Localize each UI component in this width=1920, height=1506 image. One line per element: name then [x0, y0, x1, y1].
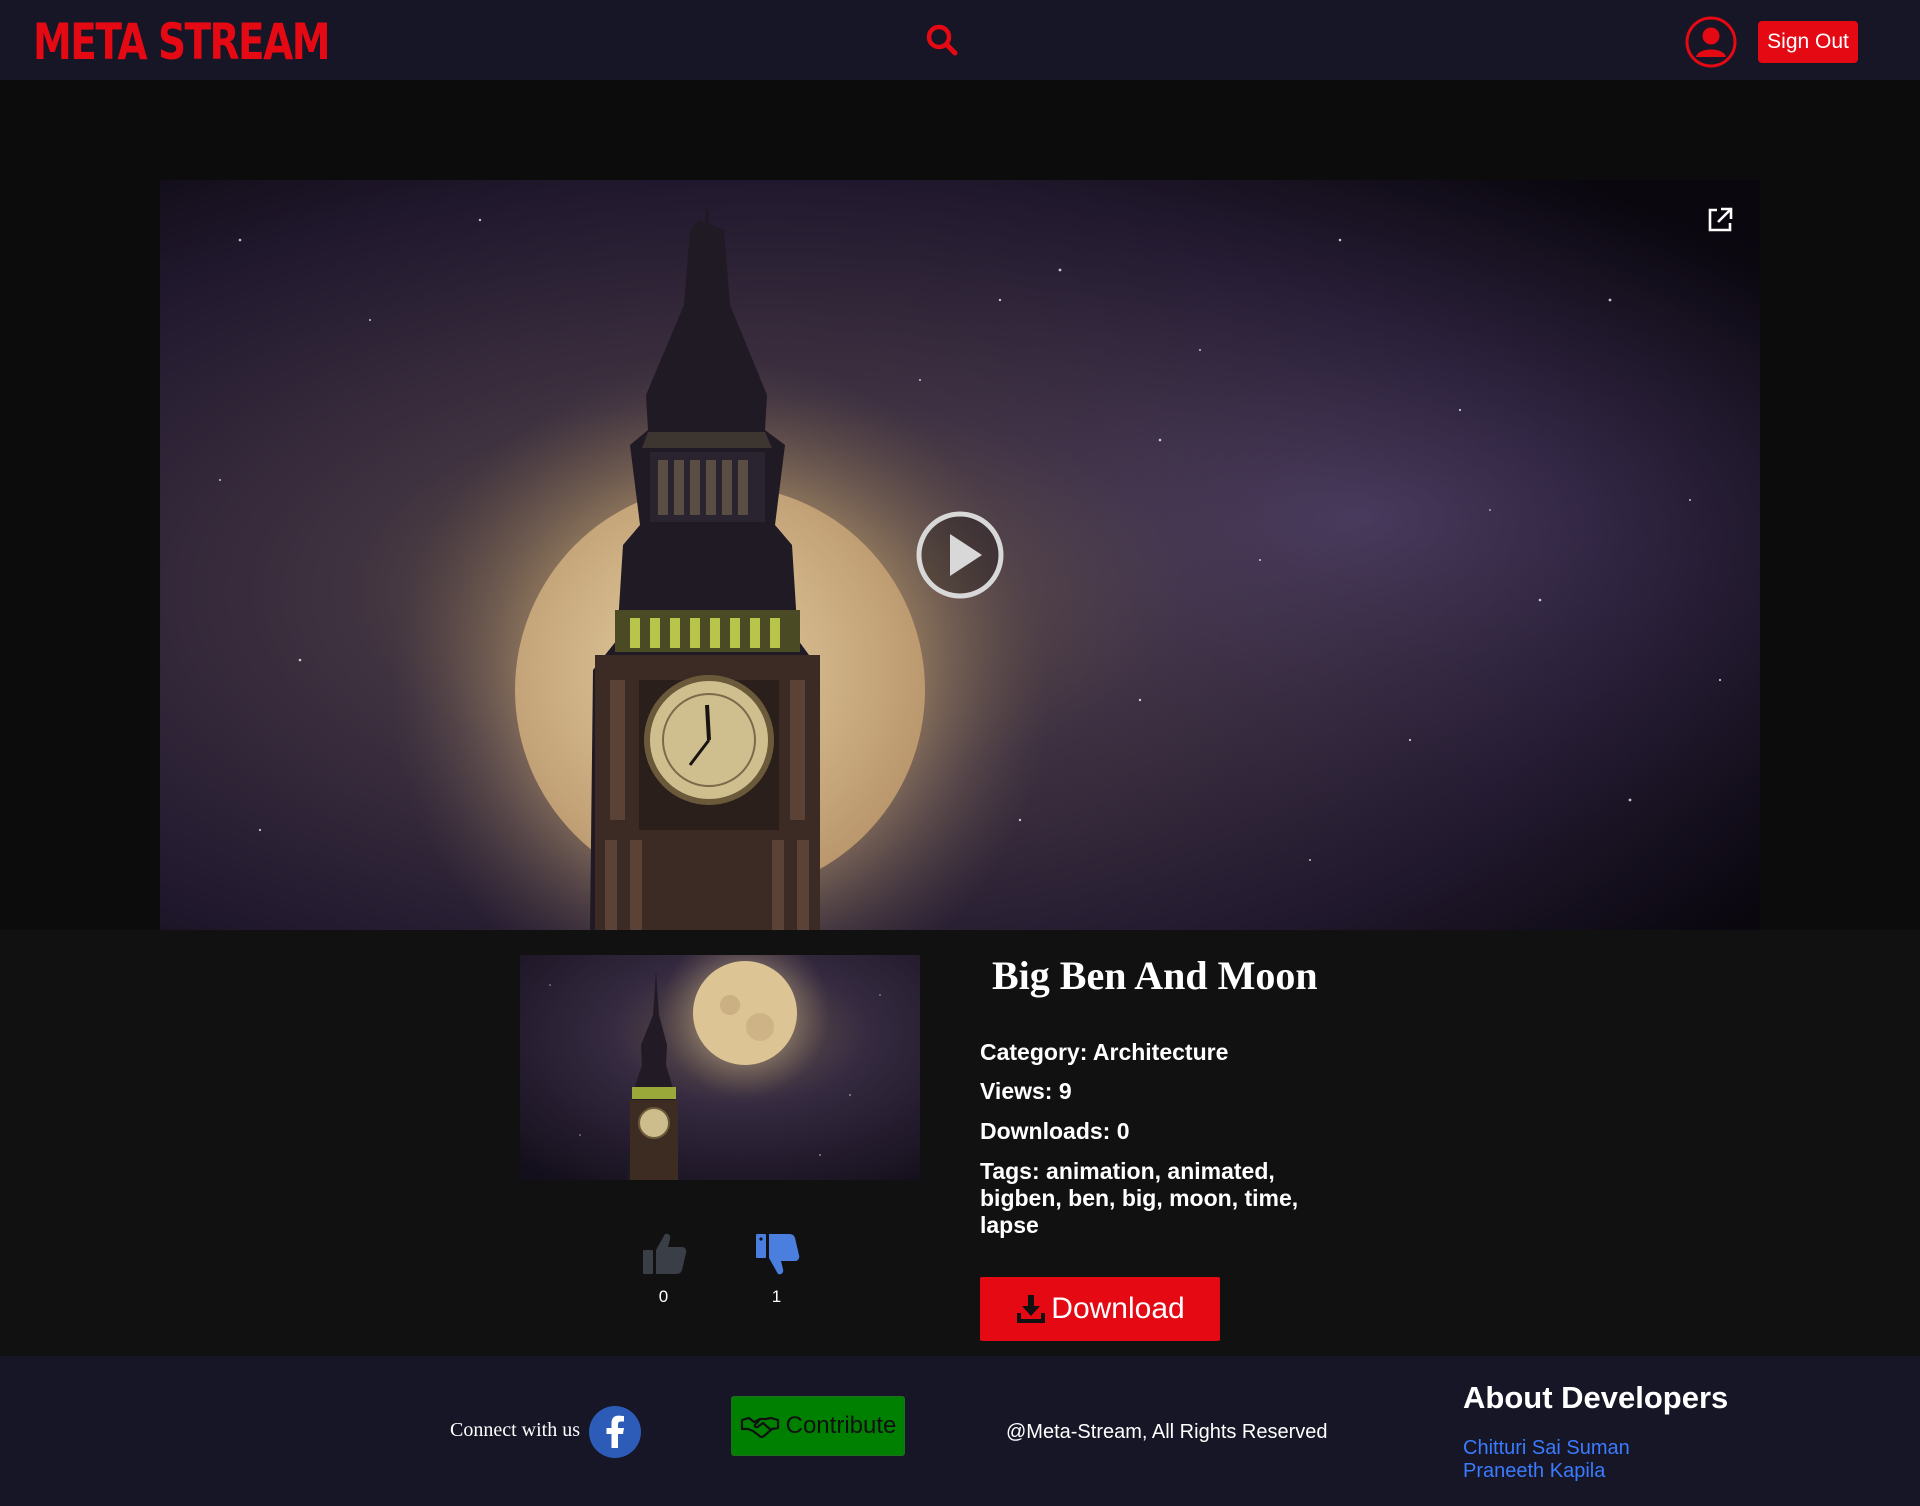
thumbs-down-icon [755, 1234, 799, 1275]
site-logo[interactable]: META STREAM [33, 12, 331, 72]
external-link-icon[interactable] [1705, 205, 1735, 235]
download-button[interactable]: Download [980, 1277, 1220, 1341]
video-section [0, 80, 1920, 930]
footer: Connect with us Contribute @Meta-Stream,… [0, 1356, 1920, 1506]
download-icon [1017, 1295, 1046, 1323]
facebook-icon[interactable] [589, 1406, 641, 1458]
contribute-button[interactable]: Contribute [731, 1396, 905, 1456]
developer-link[interactable]: Praneeth Kapila [1463, 1460, 1605, 1483]
dislike-count: 1 [771, 1287, 782, 1306]
contribute-label: Contribute [785, 1412, 897, 1439]
like-button[interactable]: 0 [636, 1230, 691, 1306]
user-avatar-icon[interactable] [1685, 16, 1737, 68]
video-title: Big Ben And Moon [992, 953, 1318, 998]
about-developers-heading: About Developers [1463, 1380, 1729, 1415]
copyright-text: @Meta-Stream, All Rights Reserved [1006, 1421, 1328, 1443]
video-thumbnail [520, 955, 920, 1180]
handshake-icon [740, 1416, 779, 1438]
download-label: Download [1051, 1292, 1185, 1325]
top-navbar: META STREAM Sign Out [0, 0, 1920, 80]
video-tags: Tags: animation, animated, bigben, ben, … [980, 1158, 1299, 1238]
video-downloads: Downloads: 0 [980, 1118, 1130, 1144]
video-views: Views: 9 [980, 1078, 1072, 1104]
video-category: Category: Architecture [980, 1039, 1229, 1065]
developer-link[interactable]: Chitturi Sai Suman [1463, 1437, 1630, 1460]
video-details: 0 1 Big Ben And Moon Category: Architect… [0, 930, 1920, 1356]
play-circle-icon[interactable] [915, 510, 1005, 600]
connect-label: Connect with us [450, 1419, 580, 1441]
search-icon[interactable] [922, 20, 962, 60]
video-player[interactable] [160, 180, 1760, 930]
dislike-button[interactable]: 1 [749, 1230, 804, 1306]
like-count: 0 [658, 1287, 669, 1306]
thumbs-up-icon [642, 1233, 686, 1274]
sign-out-button[interactable]: Sign Out [1758, 21, 1858, 63]
